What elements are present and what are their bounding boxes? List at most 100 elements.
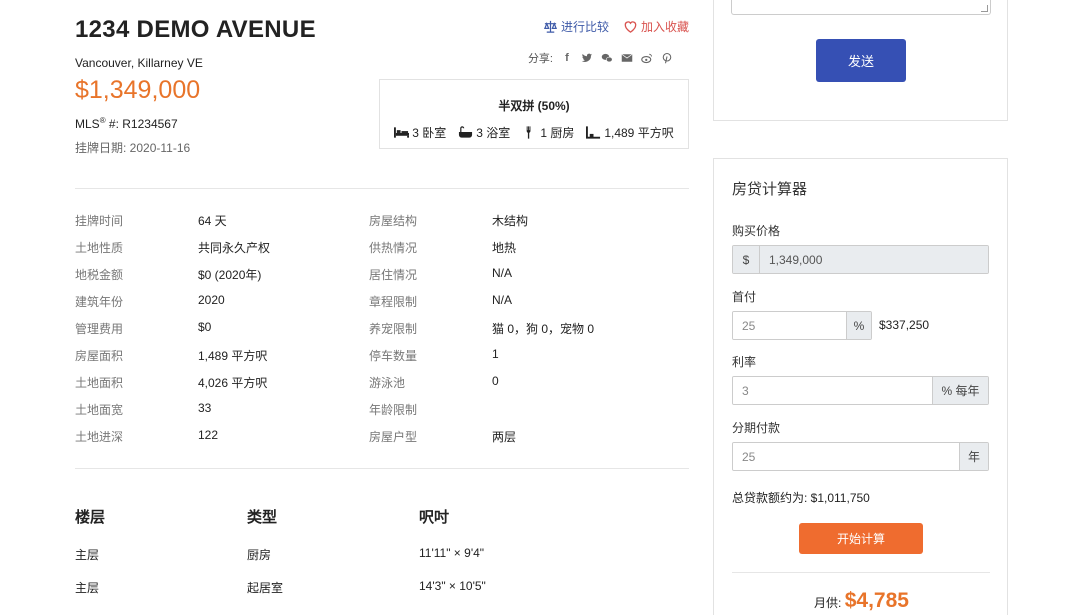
heart-icon — [624, 21, 637, 33]
bathtub-icon — [459, 126, 473, 138]
term-suffix: 年 — [959, 443, 988, 470]
wechat-icon[interactable] — [601, 52, 613, 64]
table-row: 土地面积 4,026 平方呎 游泳池 0 — [75, 374, 689, 401]
detail-label: 挂牌时间 — [75, 214, 124, 228]
detail-value: 64 天 — [198, 214, 227, 228]
detail-value: 0 — [492, 374, 499, 388]
table-row: 土地性质 共同永久产权 供热情况 地热 — [75, 239, 689, 266]
area-feature: 1,489 平方呎 — [586, 124, 674, 141]
favorite-button[interactable]: 加入收藏 — [623, 18, 689, 35]
price-field: $ — [732, 245, 989, 274]
detail-value: 1,489 平方呎 — [198, 349, 268, 363]
down-payment-field: % — [732, 311, 872, 340]
term-label: 分期付款 — [732, 421, 781, 435]
listing-price: $1,349,000 — [75, 76, 201, 104]
baths-feature: 3 浴室 — [458, 124, 510, 141]
detail-label: 管理费用 — [75, 322, 124, 336]
detail-value: 122 — [198, 428, 219, 442]
mortgage-calculator: 房贷计算器 购买价格 $ 首付 % $337,250 利率 % 每年 分期付款 … — [713, 158, 1008, 615]
table-row: 土地面宽 33 年龄限制 — [75, 401, 689, 428]
facebook-icon[interactable]: f — [561, 52, 573, 64]
detail-label: 房屋户型 — [369, 430, 418, 444]
detail-label: 房屋面积 — [75, 349, 124, 363]
detail-label: 房屋结构 — [369, 214, 418, 228]
price-input — [760, 246, 988, 273]
table-row: 土地进深 122 房屋户型 两层 — [75, 428, 689, 455]
price-prefix: $ — [733, 246, 760, 273]
detail-value: 两层 — [492, 430, 517, 444]
column-header-floor: 楼层 — [75, 509, 106, 526]
detail-value: 4,026 平方呎 — [198, 376, 268, 390]
table-row: 管理费用 $0 养宠限制 猫 0，狗 0，宠物 0 — [75, 320, 689, 347]
table-row: 地税金额 $0 (2020年) 居住情况 N/A — [75, 266, 689, 293]
detail-value: $0 (2020年) — [198, 268, 262, 282]
divider — [75, 188, 689, 189]
twitter-icon[interactable] — [581, 52, 593, 64]
divider — [75, 468, 689, 469]
property-type: 半双拼 (50%) — [498, 99, 570, 113]
detail-label: 土地性质 — [75, 241, 124, 255]
detail-label: 供热情况 — [369, 241, 418, 255]
calculate-button[interactable]: 开始计算 — [799, 523, 923, 554]
message-textarea[interactable] — [731, 0, 991, 15]
rooms-table: 楼层 类型 呎吋 主层 厨房 11'11" × 9'4" 主层 起居室 14'3… — [75, 506, 689, 612]
list-date: 挂牌日期: 2020-11-16 — [75, 141, 191, 155]
detail-label: 游泳池 — [369, 376, 406, 390]
rate-input[interactable] — [733, 377, 932, 404]
listing-title: 1234 DEMO AVENUE — [75, 16, 316, 43]
feature-list: 3 卧室 3 浴室 1 厨房 1,489 平方呎 — [380, 124, 688, 141]
detail-label: 土地面宽 — [75, 403, 124, 417]
detail-label: 建筑年份 — [75, 295, 124, 309]
detail-label: 土地进深 — [75, 430, 124, 444]
share-bar: 分享: f — [528, 50, 673, 66]
calculator-title: 房贷计算器 — [732, 181, 808, 198]
compare-button[interactable]: 进行比较 — [543, 18, 609, 35]
email-icon[interactable] — [621, 52, 633, 64]
detail-label: 地税金额 — [75, 268, 124, 282]
contact-card: 发送 — [713, 0, 1008, 121]
detail-value: 2020 — [198, 293, 225, 307]
detail-value: 33 — [198, 401, 212, 415]
detail-label: 居住情况 — [369, 268, 418, 282]
down-payment-amount: $337,250 — [879, 318, 930, 332]
send-button[interactable]: 发送 — [816, 39, 906, 82]
rate-suffix: % 每年 — [932, 377, 988, 404]
detail-value: 木结构 — [492, 214, 529, 228]
down-payment-label: 首付 — [732, 290, 757, 304]
detail-label: 土地面积 — [75, 376, 124, 390]
share-label: 分享: — [527, 53, 553, 65]
detail-label: 年龄限制 — [369, 403, 418, 417]
table-row: 主层 起居室 14'3" × 10'5" — [75, 579, 486, 595]
listing-main: 1234 DEMO AVENUE Vancouver, Killarney VE… — [75, 0, 689, 615]
floor-plan-icon — [586, 126, 601, 139]
table-row: 房屋面积 1,489 平方呎 停车数量 1 — [75, 347, 689, 374]
weibo-icon[interactable] — [641, 52, 653, 64]
table-row: 建筑年份 2020 章程限制 N/A — [75, 293, 689, 320]
divider — [732, 572, 990, 573]
listing-actions: 进行比较 加入收藏 — [543, 18, 689, 35]
detail-value: 1 — [492, 347, 499, 361]
detail-value: 猫 0，狗 0，宠物 0 — [492, 322, 595, 336]
details-table: 挂牌时间 64 天 房屋结构 木结构土地性质 共同永久产权 供热情况 地热地税金额 $0 (2… — [75, 212, 689, 455]
scale-icon — [543, 20, 557, 33]
rate-field: % 每年 — [732, 376, 989, 405]
monthly-payment-value: $4,785 — [844, 589, 909, 612]
detail-label: 停车数量 — [369, 349, 418, 363]
rate-label: 利率 — [732, 355, 757, 369]
listing-location: Vancouver, Killarney VE — [75, 56, 203, 70]
detail-value: N/A — [492, 293, 513, 307]
term-field: 年 — [732, 442, 989, 471]
price-label: 购买价格 — [732, 224, 781, 238]
pinterest-icon[interactable] — [661, 52, 673, 64]
utensils-icon — [526, 126, 531, 139]
rooms-header: 楼层 类型 呎吋 — [75, 506, 689, 546]
kitchens-feature: 1 厨房 — [522, 124, 574, 141]
down-payment-input[interactable] — [733, 312, 846, 339]
mls-number: MLS® #: R1234567 — [75, 116, 178, 131]
table-row: 主层 厨房 11'11" × 9'4" — [75, 546, 485, 562]
detail-value: 共同永久产权 — [198, 241, 271, 255]
resize-grip-icon[interactable] — [981, 5, 988, 12]
column-header-type: 类型 — [247, 509, 278, 526]
term-input[interactable] — [733, 443, 959, 470]
detail-value: 地热 — [492, 241, 517, 255]
